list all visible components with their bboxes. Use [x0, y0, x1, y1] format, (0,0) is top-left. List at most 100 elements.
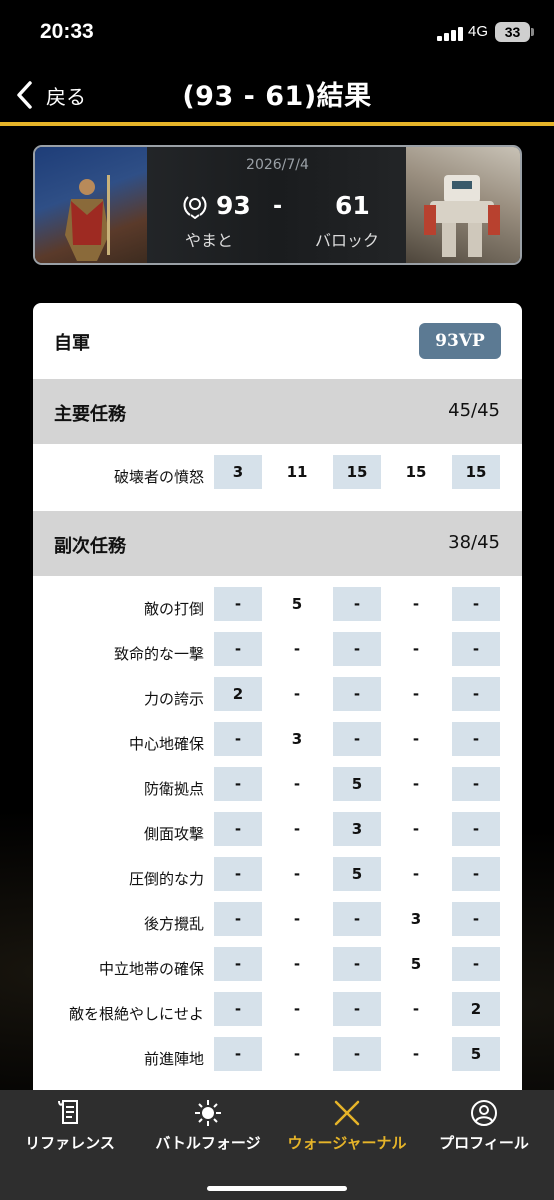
round-4-score-cell: -: [412, 685, 420, 703]
round-3-score-cell: 3: [333, 812, 381, 846]
tab-reference[interactable]: リファレンス: [18, 1098, 122, 1153]
round-5-score-cell: -: [452, 767, 500, 801]
round-1-score-cell: -: [214, 1037, 262, 1071]
page-title: (93 - 61)結果: [182, 81, 372, 112]
round-3-score-cell: -: [333, 722, 381, 756]
round-2-score-cell: -: [293, 910, 301, 928]
crossed-swords-icon: [334, 1100, 360, 1126]
round-2-score-cell: -: [293, 820, 301, 838]
round-3-score-cell: 5: [333, 857, 381, 891]
round-1-score-cell: -: [214, 902, 262, 936]
mission-label: 中心地確保: [128, 735, 204, 753]
mission-label: 致命的な一撃: [113, 645, 204, 663]
round-1-score-cell: -: [214, 587, 262, 621]
round-1-score-cell: -: [214, 992, 262, 1026]
round-1-score-cell: -: [214, 812, 262, 846]
mission-label: 圧倒的な力: [128, 870, 204, 888]
player-b-name: バロック: [315, 231, 380, 250]
primary-section-score: 45/45: [448, 400, 500, 421]
mission-row: 力の誇示 2 - - - -: [33, 677, 522, 722]
match-date: 2026/7/4: [246, 157, 309, 173]
round-1-score-cell: -: [214, 722, 262, 756]
tab-profile[interactable]: プロフィール: [432, 1098, 536, 1153]
secondary-rows: 敵の打倒 -5- - - 致命的な一撃 - - - - - 力の誇示 2- - - - 中心地確保 -3- - - 防…: [33, 576, 522, 1093]
round-3-score-cell: -: [333, 902, 381, 936]
card-title: 自軍: [54, 333, 90, 354]
winner-laurel-icon: [183, 196, 207, 219]
mission-row: 圧倒的な力 - -5- -: [33, 857, 522, 902]
round-1-score-cell: -: [214, 857, 262, 891]
round-5-score-cell: 15: [452, 455, 500, 489]
round-4-score-cell: 5: [410, 955, 422, 973]
round-4-score-cell: 15: [405, 463, 427, 481]
round-5-score-cell: -: [452, 677, 500, 711]
round-4-score-cell: -: [412, 1000, 420, 1018]
tab-battleforge[interactable]: バトルフォージ: [148, 1098, 268, 1153]
mission-label: 敵を根絶やしにせよ: [68, 1005, 204, 1023]
round-2-score-cell: -: [293, 640, 301, 658]
round-2-score-cell: -: [293, 775, 301, 793]
round-5-score-cell: 5: [452, 1037, 500, 1071]
match-banner: 2026/7/4 93 - 61 やまと バロック: [33, 145, 522, 265]
round-1-score-cell: -: [214, 947, 262, 981]
score-separator: -: [273, 194, 283, 219]
round-4-score-cell: -: [412, 730, 420, 748]
mission-row: 敵を根絶やしにせよ - - - -2: [33, 992, 522, 1037]
mission-label: 力の誇示: [143, 690, 204, 708]
secondary-section-title: 副次任務: [54, 536, 126, 557]
forge-icon: [195, 1100, 221, 1126]
mission-label: 側面攻撃: [143, 825, 204, 843]
scroll-icon: [58, 1100, 78, 1124]
status-time: 20:33: [40, 20, 94, 43]
mission-label: 敵の打倒: [143, 600, 204, 618]
tab-war-journal-label: ウォージャーナル: [287, 1134, 407, 1152]
card-header: 自軍 93VP: [33, 303, 522, 379]
round-2-score-cell: -: [293, 1045, 301, 1063]
round-3-score-cell: -: [333, 632, 381, 666]
status-bar: 20:33 4G 33: [0, 0, 554, 64]
mission-row: 前進陣地 - - - -5: [33, 1037, 522, 1082]
results-card: 自軍 93VP 主要任務 45/45 破壊者の憤怒 3 11 15 15 15 副次任務 …: [33, 303, 522, 1103]
mission-row: 中立地帯の確保 - - -5-: [33, 947, 522, 992]
signal-icon: [437, 25, 465, 41]
round-1-score-cell: 3: [214, 455, 262, 489]
round-2-score-cell: -: [293, 955, 301, 973]
round-5-score-cell: -: [452, 632, 500, 666]
nav-divider: [0, 122, 554, 126]
round-3-score-cell: -: [333, 947, 381, 981]
battery-nub: [531, 28, 534, 36]
network-type: 4G: [468, 23, 489, 40]
tab-profile-label: プロフィール: [439, 1134, 529, 1152]
tab-battleforge-label: バトルフォージ: [155, 1134, 261, 1152]
tab-war-journal[interactable]: ウォージャーナル: [280, 1098, 414, 1153]
round-3-score-cell: -: [333, 587, 381, 621]
mission-row: 後方攪乱 - - -3-: [33, 902, 522, 947]
player-a-name: やまと: [185, 231, 234, 250]
round-2-score-cell: 3: [291, 730, 303, 748]
mission-label: 破壊者の憤怒: [113, 468, 204, 486]
round-4-score-cell: 3: [410, 910, 422, 928]
round-4-score-cell: -: [412, 640, 420, 658]
round-5-score-cell: -: [452, 857, 500, 891]
round-3-score-cell: -: [333, 1037, 381, 1071]
mission-row: 防衛拠点 - -5- -: [33, 767, 522, 812]
mission-row: 敵の打倒 -5- - -: [33, 587, 522, 632]
round-5-score-cell: -: [452, 587, 500, 621]
round-4-score-cell: -: [412, 1045, 420, 1063]
round-2-score-cell: -: [293, 685, 301, 703]
round-5-score-cell: 2: [452, 992, 500, 1026]
secondary-section-header: 副次任務 38/45: [33, 511, 522, 576]
battery-icon: 33: [495, 22, 530, 42]
round-3-score-cell: 15: [333, 455, 381, 489]
player-a-score: 93: [216, 191, 251, 220]
mission-row: 側面攻撃 - -3- -: [33, 812, 522, 857]
round-3-score-cell: 5: [333, 767, 381, 801]
round-4-score-cell: -: [412, 775, 420, 793]
vp-badge: 93VP: [419, 323, 501, 359]
secondary-section-score: 38/45: [448, 532, 500, 553]
tab-bar: リファレンス バトルフォージ ウォージャーナル プロフィール: [0, 1090, 554, 1200]
mission-label: 前進陣地: [143, 1050, 204, 1068]
round-3-score-cell: -: [333, 677, 381, 711]
mission-label: 後方攪乱: [143, 915, 204, 933]
round-2-score-cell: 5: [291, 595, 303, 613]
